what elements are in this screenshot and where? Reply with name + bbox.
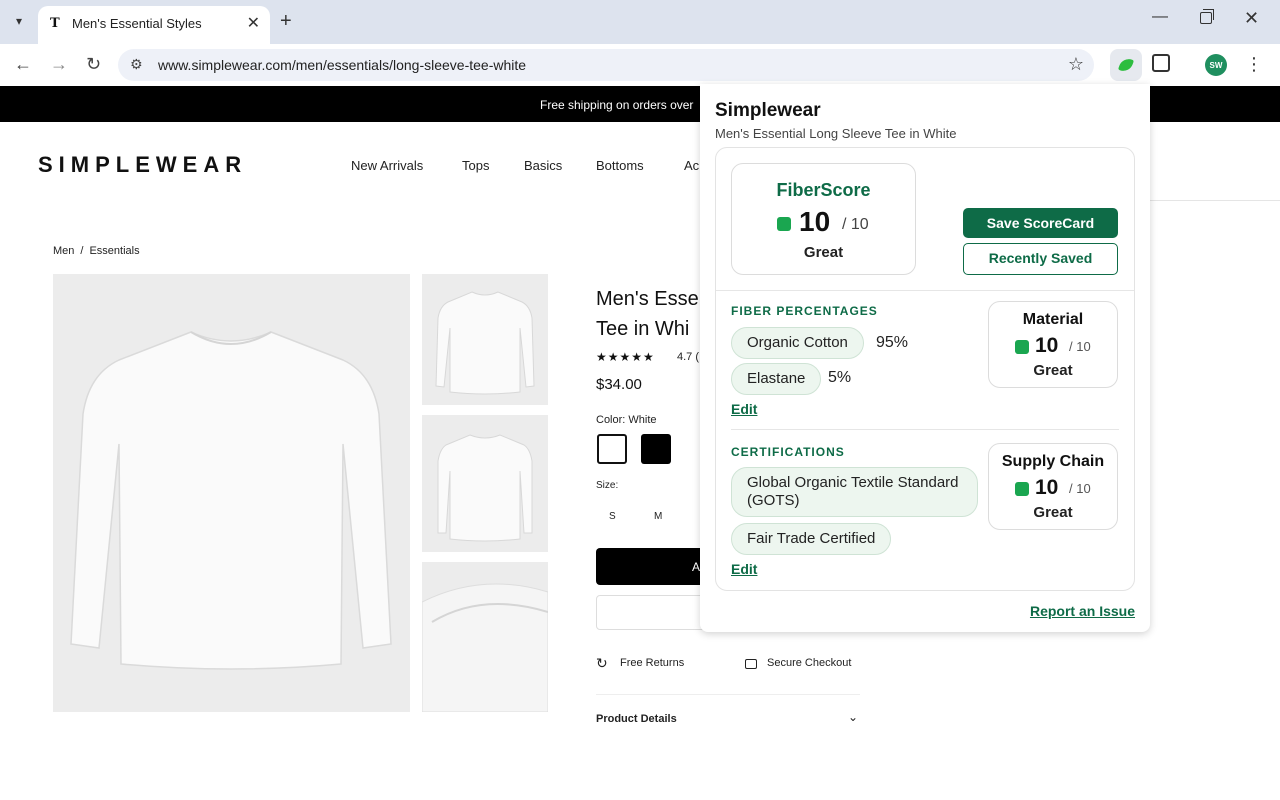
report-issue-link[interactable]: Report an Issue [1030, 603, 1135, 619]
supply-chain-score-box: Supply Chain 10 / 10 Great [988, 443, 1118, 530]
product-thumbnail[interactable] [421, 562, 549, 713]
thumbnail-tee-image [435, 291, 535, 395]
browser-toolbar: ← → ↻ ⚙ www.simplewear.com/men/essential… [0, 44, 1280, 86]
material-score-box: Material 10 / 10 Great [988, 301, 1118, 388]
material-max: / 10 [1069, 339, 1091, 354]
supply-chain-title: Supply Chain [1001, 453, 1105, 470]
secondary-action-button[interactable] [596, 595, 706, 630]
fiberscore-popup: Simplewear Men's Essential Long Sleeve T… [700, 84, 1150, 632]
material-rating: Great [1033, 362, 1073, 379]
tab-title: Men's Essential Styles [72, 16, 202, 31]
supply-chain-score: 10 [1035, 476, 1059, 499]
breadcrumb-men[interactable]: Men [53, 245, 74, 257]
product-title: Men's Esse Tee in Whi [596, 288, 699, 340]
forward-icon[interactable]: → [50, 54, 68, 74]
nav-tops[interactable]: Tops [462, 158, 489, 173]
secure-checkout-text: Secure Checkout [767, 657, 852, 669]
breadcrumb: Men / Essentials [53, 245, 140, 257]
free-returns-text: Free Returns [620, 657, 685, 669]
material-title: Material [1022, 311, 1084, 328]
size-option-m[interactable]: M [654, 511, 662, 522]
edit-fibers-link[interactable]: Edit [731, 401, 757, 417]
chevron-down-icon[interactable]: ⌄ [848, 710, 858, 724]
fiberscore-extension-button[interactable] [1110, 49, 1142, 81]
fiber-chip-organic-cotton[interactable]: Organic Cotton [731, 327, 864, 359]
supply-chain-rating: Great [1033, 504, 1073, 521]
fiber-percentages-heading: FIBER PERCENTAGES [731, 304, 878, 318]
nav-new-arrivals[interactable]: New Arrivals [351, 158, 423, 173]
edit-certifications-link[interactable]: Edit [731, 561, 757, 577]
lock-icon [745, 659, 757, 669]
profile-avatar[interactable]: SW [1205, 54, 1227, 76]
product-main-image[interactable] [53, 274, 410, 712]
fiberscore-title: FiberScore [776, 180, 871, 200]
minimize-button[interactable]: — [1152, 8, 1168, 26]
product-thumbnail[interactable] [422, 274, 548, 405]
fiber-percent: 95% [876, 334, 909, 351]
product-details-toggle[interactable]: Product Details [596, 713, 677, 725]
add-to-bag-button[interactable]: A [596, 548, 706, 585]
thumbnail-collar-detail-image [421, 583, 549, 713]
nav-basics[interactable]: Basics [524, 158, 562, 173]
breadcrumb-essentials[interactable]: Essentials [89, 245, 139, 257]
tab-close-icon[interactable]: ✕ [247, 13, 260, 33]
longsleeve-tee-image [70, 331, 392, 670]
score-indicator-icon [1015, 482, 1029, 496]
section-divider [731, 429, 1119, 430]
thumbnail-tee-folded-image [437, 434, 533, 542]
product-price: $34.00 [596, 376, 642, 393]
address-bar[interactable]: ⚙ www.simplewear.com/men/essentials/long… [118, 49, 1094, 81]
material-score: 10 [1035, 334, 1059, 357]
site-info-icon[interactable]: ⚙ [130, 56, 143, 73]
color-swatch-black[interactable] [641, 434, 671, 464]
cert-chip-gots[interactable]: Global Organic Textile Standard (GOTS) [731, 467, 978, 517]
fiberscore-max: / 10 [842, 216, 869, 233]
nav-accessories[interactable]: Ac [684, 158, 699, 173]
popup-product-name: Men's Essential Long Sleeve Tee in White [715, 126, 957, 141]
fiberscore-value: 10 [799, 206, 831, 237]
site-logo[interactable]: SIMPLEWEAR [38, 152, 247, 178]
fiber-percent: 5% [828, 369, 852, 386]
url-text[interactable]: www.simplewear.com/men/essentials/long-s… [158, 57, 526, 73]
tab-strip: ▾ T Men's Essential Styles ✕ + — ✕ [0, 0, 1280, 44]
rating-stars: ★★★★★ [596, 350, 655, 364]
fiberscore-box: FiberScore 10 / 10 Great [731, 163, 916, 275]
header-divider [1150, 200, 1280, 201]
product-thumbnail[interactable] [422, 415, 548, 552]
browser-menu-icon[interactable]: ⋮ [1245, 54, 1263, 74]
bookmark-star-icon[interactable]: ☆ [1068, 54, 1084, 75]
color-swatch-white[interactable] [597, 434, 627, 464]
tab-list-button[interactable]: ▾ [8, 10, 30, 32]
browser-tab[interactable]: T Men's Essential Styles ✕ [38, 6, 270, 44]
nav-bottoms[interactable]: Bottoms [596, 158, 644, 173]
supply-chain-max: / 10 [1069, 481, 1091, 496]
size-label: Size: [596, 480, 619, 491]
section-divider [716, 290, 1134, 291]
popup-brand-name: Simplewear [715, 100, 821, 121]
recently-saved-button[interactable]: Recently Saved [963, 243, 1118, 275]
fiberscore-rating: Great [803, 244, 844, 261]
save-scorecard-button[interactable]: Save ScoreCard [963, 208, 1118, 238]
certifications-heading: CERTIFICATIONS [731, 445, 845, 459]
rating-text[interactable]: 4.7 ( [677, 351, 699, 363]
score-indicator-icon [1015, 340, 1029, 354]
leaf-icon [1117, 56, 1135, 74]
color-label: Color: White [596, 414, 657, 426]
announcement-text: Free shipping on orders over [540, 98, 694, 112]
size-option-s[interactable]: S [609, 511, 616, 522]
restore-button[interactable] [1200, 9, 1214, 24]
scorecard: FiberScore 10 / 10 Great Save ScoreCard … [715, 147, 1135, 591]
window-close-button[interactable]: ✕ [1244, 8, 1259, 29]
back-icon[interactable]: ← [14, 54, 32, 74]
reload-icon[interactable]: ↻ [86, 54, 101, 74]
score-indicator-icon [777, 217, 791, 231]
site-favicon-icon: T [50, 16, 60, 31]
fiber-chip-elastane[interactable]: Elastane [731, 363, 822, 395]
refresh-icon: ↻ [596, 655, 608, 671]
cert-chip-fair-trade[interactable]: Fair Trade Certified [731, 523, 892, 555]
new-tab-button[interactable]: + [280, 10, 292, 32]
extensions-puzzle-icon[interactable] [1152, 54, 1170, 72]
section-divider [596, 694, 860, 695]
